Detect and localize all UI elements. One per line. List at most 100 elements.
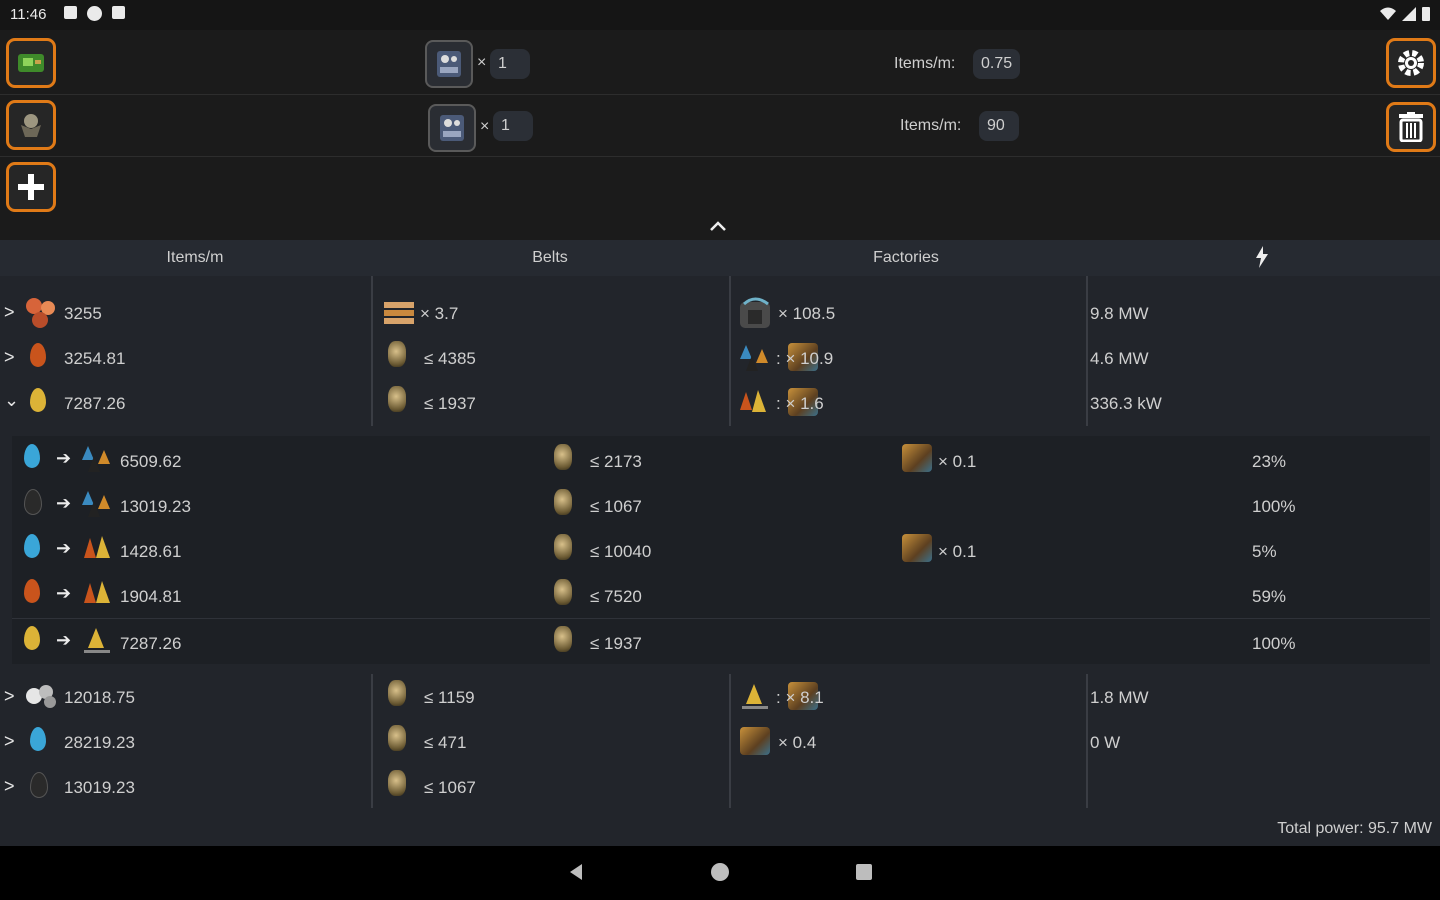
pipe-icon: [554, 489, 572, 515]
pump-icon: [902, 444, 932, 472]
sub-row[interactable]: ➔ 6509.62 ≤ 2173 × 0.1 23%: [12, 438, 1430, 482]
navigation-bar: [0, 846, 1440, 900]
table-row[interactable]: > 13019.23 ≤ 1067: [0, 766, 1440, 810]
items-value: 1904.81: [120, 587, 182, 606]
assembler-icon: [437, 51, 461, 77]
delete-button[interactable]: [1386, 102, 1436, 152]
belts-value: ≤ 1937: [424, 394, 476, 413]
light-oil-cracking-icon: [84, 628, 110, 653]
sub-row[interactable]: ➔ 13019.23 ≤ 1067 100%: [12, 483, 1430, 527]
rate-input[interactable]: 0.75: [973, 49, 1021, 79]
expand-chevron[interactable]: >: [4, 731, 20, 752]
belt-icon: [384, 302, 414, 324]
belts-value: ≤ 10040: [590, 542, 652, 561]
factories-value: × 0.1: [938, 542, 977, 561]
home-icon[interactable]: [710, 862, 730, 882]
factory-button[interactable]: [428, 104, 476, 152]
expand-chevron[interactable]: >: [4, 347, 20, 368]
percent-value: 5%: [1252, 542, 1277, 561]
recipe-row-1: × 1 Items/m: 0.75: [0, 32, 1440, 95]
oil-processing-icon: [82, 446, 110, 472]
belts-value: ≤ 1067: [590, 497, 642, 516]
factory-count-input[interactable]: 1: [493, 111, 533, 141]
table-header: Items/m Belts Factories: [0, 240, 1440, 276]
pipe-icon: [554, 444, 572, 470]
heavy-oil-cracking-icon: [84, 581, 110, 603]
sd-card-icon: [112, 6, 125, 19]
factories-value: × 108.5: [778, 304, 836, 323]
power-value: 336.3 kW: [1090, 394, 1162, 413]
p-notification-icon: [87, 6, 102, 21]
factories-value: : × 8.1: [776, 688, 824, 707]
collapse-toggle[interactable]: [706, 216, 730, 236]
belts-value: ≤ 1067: [424, 778, 476, 797]
header-items: Items/m: [166, 249, 224, 266]
sub-row[interactable]: ➔ 1904.81 ≤ 7520 59%: [12, 573, 1430, 617]
power-value: 1.8 MW: [1090, 688, 1149, 707]
expand-chevron[interactable]: >: [4, 776, 20, 797]
chevron-up-icon: [710, 221, 726, 231]
belts-value: ≤ 1937: [590, 634, 642, 653]
items-value: 12018.75: [64, 688, 135, 707]
items-value: 7287.26: [64, 394, 126, 413]
recipe-row-2: × 1 Items/m: 90: [0, 94, 1440, 157]
crude-oil-icon: [30, 772, 48, 798]
collapse-chevron[interactable]: ⌄: [4, 390, 20, 411]
expand-chevron[interactable]: >: [4, 686, 20, 707]
settings-button[interactable]: [1386, 38, 1436, 88]
back-icon[interactable]: [566, 862, 586, 882]
belts-value: ≤ 7520: [590, 587, 642, 606]
items-value: 7287.26: [120, 634, 182, 653]
items-value: 28219.23: [64, 733, 135, 752]
arrow-right-icon: ➔: [56, 538, 72, 558]
table-row[interactable]: > 3255 × 3.7 × 108.5 9.8 MW: [0, 292, 1440, 336]
plus-icon: [18, 174, 44, 200]
arrow-right-icon: ➔: [56, 493, 72, 513]
belts-value: ≤ 1159: [424, 688, 475, 707]
factories-value: : × 10.9: [776, 349, 834, 368]
wifi-icon: [1380, 7, 1396, 20]
expand-chevron[interactable]: >: [4, 302, 20, 323]
table-row[interactable]: > 12018.75 ≤ 1159 : × 8.1 1.8 MW: [0, 676, 1440, 720]
add-recipe-button[interactable]: [6, 162, 56, 212]
sub-row[interactable]: ➔ 7287.26 ≤ 1937 100%: [12, 620, 1430, 664]
percent-value: 100%: [1252, 634, 1296, 653]
status-bar: 11:46: [0, 0, 1440, 30]
trash-icon: [1399, 112, 1423, 142]
water-icon: [24, 444, 40, 468]
factories-value: : × 1.6: [776, 394, 824, 413]
percent-value: 100%: [1252, 497, 1296, 516]
sub-row[interactable]: ➔ 1428.61 ≤ 10040 × 0.1 5%: [12, 528, 1430, 572]
table-row[interactable]: ⌄ 7287.26 ≤ 1937 : × 1.6 336.3 kW: [0, 382, 1440, 426]
header-factories: Factories: [873, 249, 939, 266]
product-button[interactable]: [6, 38, 56, 88]
copper-ore-icon: [26, 298, 55, 328]
heavy-oil-icon: [30, 343, 46, 367]
heavy-oil-cracking-icon: [84, 536, 110, 558]
items-value: 3255: [64, 304, 102, 323]
pipe-icon: [554, 579, 572, 605]
offshore-pump-icon: [740, 727, 770, 755]
robot-icon: [21, 114, 41, 137]
belts-value: ≤ 471: [424, 733, 467, 752]
arrow-right-icon: ➔: [56, 630, 72, 650]
factory-count-input[interactable]: 1: [490, 49, 530, 79]
rate-input[interactable]: 90: [979, 111, 1019, 141]
heavy-oil-icon: [24, 579, 40, 603]
oil-processing-icon: [82, 491, 110, 517]
cracking-icon: [740, 390, 766, 412]
pump-icon: [902, 534, 932, 562]
items-value: 13019.23: [120, 497, 191, 516]
results-table: Items/m Belts Factories > 3255 × 3.7 × 1…: [0, 240, 1440, 846]
pipe-icon: [388, 386, 406, 412]
product-button[interactable]: [6, 100, 56, 150]
table-row[interactable]: > 3254.81 ≤ 4385 : × 10.9 4.6 MW: [0, 337, 1440, 381]
power-value: 9.8 MW: [1090, 304, 1149, 323]
power-value: 0 W: [1090, 733, 1121, 752]
factory-button[interactable]: [425, 40, 473, 88]
factories-value: × 0.1: [938, 452, 977, 471]
table-row[interactable]: > 28219.23 ≤ 471 × 0.4 0 W: [0, 721, 1440, 765]
light-oil-icon: [30, 388, 46, 412]
recents-icon[interactable]: [854, 862, 874, 882]
status-time: 11:46: [10, 6, 47, 23]
